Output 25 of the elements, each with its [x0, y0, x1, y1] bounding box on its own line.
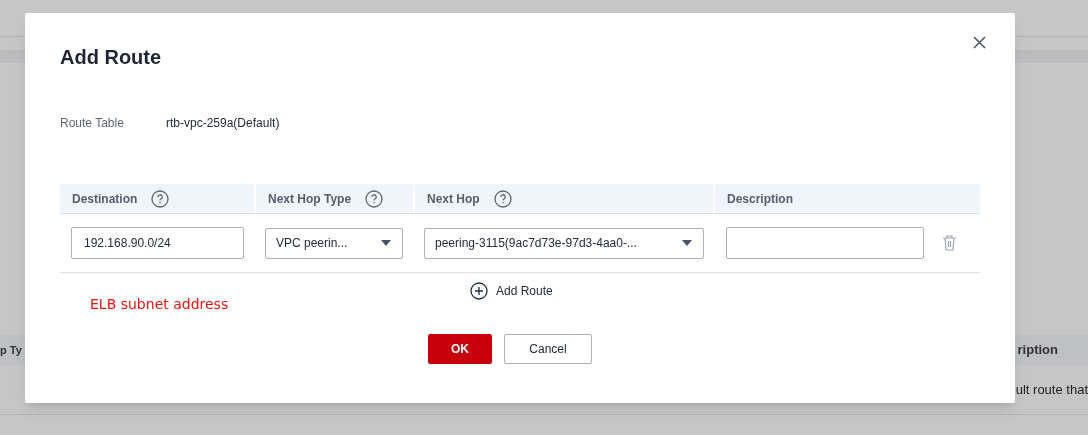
- add-route-link[interactable]: Add Route: [496, 282, 553, 300]
- dialog-title: Add Route: [60, 45, 162, 70]
- help-icon[interactable]: [493, 189, 512, 208]
- table-cell-text: ult route that: [1015, 380, 1088, 399]
- cancel-button[interactable]: Cancel: [504, 334, 592, 364]
- destination-field[interactable]: 192.168.90.0/24: [71, 227, 244, 259]
- column-header: Next Hop: [427, 190, 480, 208]
- column-header: ription: [1017, 341, 1059, 360]
- next-hop-type-select[interactable]: VPC peerin...: [265, 227, 403, 259]
- column-header: Destination: [72, 190, 138, 208]
- next-hop-select[interactable]: peering-3115(9ac7d73e-97d3-4aa0-...: [424, 227, 704, 259]
- ok-button[interactable]: OK: [428, 334, 492, 364]
- route-table-value: rtb-vpc-259a(Default): [166, 115, 280, 132]
- caret-icon: [682, 240, 692, 246]
- column-header: Next Hop Type: [268, 190, 352, 208]
- column-header: Description: [727, 190, 793, 208]
- column-header: p Ty: [0, 342, 22, 358]
- help-icon[interactable]: [365, 189, 384, 208]
- description-field[interactable]: [726, 227, 924, 259]
- add-icon[interactable]: [470, 282, 488, 300]
- close-icon[interactable]: [973, 36, 986, 49]
- annotation: ELB subnet address: [90, 295, 229, 314]
- caret-icon: [381, 240, 391, 246]
- help-icon[interactable]: [151, 189, 170, 208]
- route-table-label: Route Table: [60, 115, 125, 132]
